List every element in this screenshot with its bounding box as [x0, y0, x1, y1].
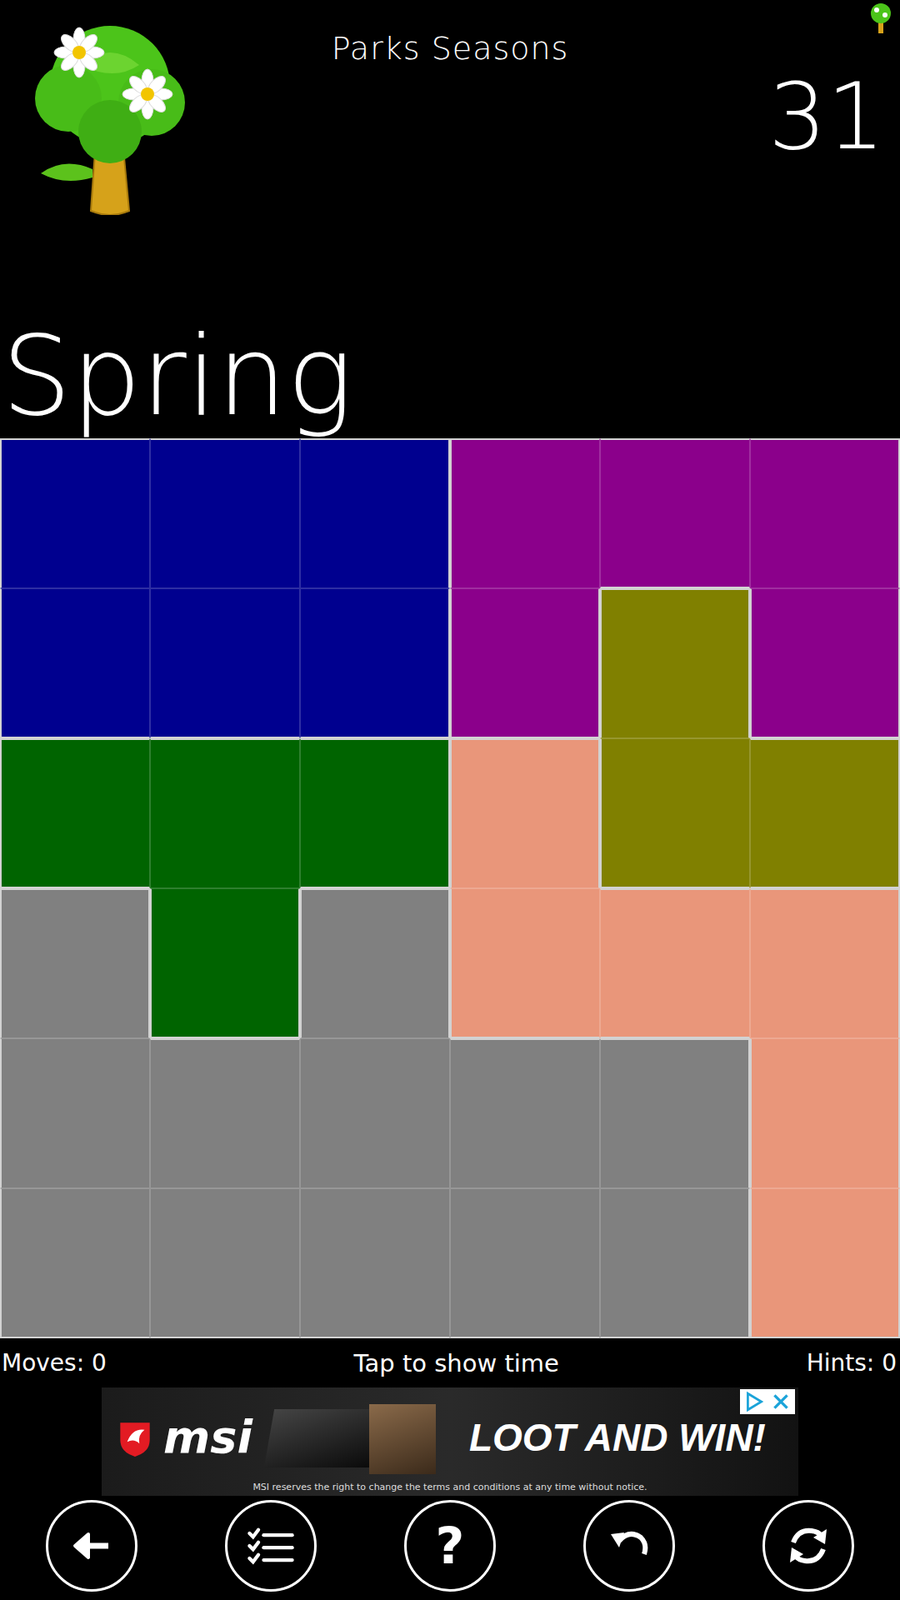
- game-screen: Parks Seasons 31 Spring Moves: 0 Tap to show…: [0, 0, 900, 1600]
- board-cell[interactable]: [0, 888, 150, 1039]
- undo-button[interactable]: [583, 1500, 675, 1592]
- refresh-button[interactable]: [762, 1500, 855, 1592]
- board-cell[interactable]: [0, 588, 150, 739]
- undo-icon: [604, 1520, 655, 1571]
- ad-banner[interactable]: msi LOOT AND WIN! MSI reserves the right t…: [101, 1387, 799, 1496]
- board-cell[interactable]: [150, 438, 300, 589]
- refresh-icon: [783, 1520, 834, 1571]
- board-cell[interactable]: [750, 1038, 900, 1189]
- board-cell[interactable]: [600, 1188, 750, 1339]
- board-cell[interactable]: [150, 888, 300, 1039]
- board-cell[interactable]: [0, 1188, 150, 1339]
- ad-headline: LOOT AND WIN!: [469, 1415, 766, 1460]
- board-cell[interactable]: [750, 888, 900, 1039]
- board-cell[interactable]: [150, 588, 300, 739]
- ad-brand: msi: [163, 1410, 253, 1464]
- back-arrow-icon: [66, 1520, 117, 1571]
- board-cell[interactable]: [600, 438, 750, 589]
- board-cell[interactable]: [150, 1038, 300, 1189]
- board-cell[interactable]: [300, 588, 450, 739]
- board-cell[interactable]: [450, 438, 600, 589]
- close-ad-icon[interactable]: [770, 1390, 792, 1413]
- board-cell[interactable]: [150, 738, 300, 889]
- board-cell[interactable]: [600, 738, 750, 889]
- checklist-icon: [244, 1519, 298, 1573]
- board-cell[interactable]: [0, 438, 150, 589]
- status-bar: Moves: 0 Tap to show time Hints: 0: [0, 1338, 900, 1388]
- msi-dragon-icon: [113, 1415, 157, 1460]
- board-cell[interactable]: [0, 738, 150, 889]
- back-button[interactable]: [45, 1500, 138, 1592]
- board-cell[interactable]: [450, 1038, 600, 1189]
- board-cell[interactable]: [450, 738, 600, 889]
- board-cell[interactable]: [450, 1188, 600, 1339]
- board-cell[interactable]: [750, 588, 900, 739]
- board-cell[interactable]: [750, 738, 900, 889]
- board-cell[interactable]: [300, 438, 450, 589]
- help-button[interactable]: ?: [404, 1500, 496, 1592]
- help-label: ?: [435, 1520, 465, 1571]
- level-number: 31: [768, 66, 894, 168]
- board-cell[interactable]: [600, 888, 750, 1039]
- adchoices-icon[interactable]: [743, 1390, 765, 1413]
- app-title: Parks Seasons: [331, 30, 570, 72]
- board-cell[interactable]: [450, 888, 600, 1039]
- ad-disclaimer: MSI reserves the right to change the ter…: [113, 1481, 787, 1493]
- header: Parks Seasons 31: [0, 0, 900, 314]
- season-title: Spring: [0, 313, 900, 439]
- toolbar: ?: [0, 1495, 900, 1600]
- board-cell[interactable]: [150, 1188, 300, 1339]
- list-button[interactable]: [225, 1500, 317, 1592]
- hints-counter: Hints: 0: [806, 1349, 897, 1377]
- board-cell[interactable]: [0, 1038, 150, 1189]
- puzzle-board: [0, 438, 900, 1339]
- board-cell[interactable]: [450, 588, 600, 739]
- board-cell[interactable]: [600, 588, 750, 739]
- board-cell[interactable]: [750, 1188, 900, 1339]
- mini-tree-icon: [868, 1, 894, 35]
- board-cell[interactable]: [300, 1188, 450, 1339]
- board-cell[interactable]: [300, 738, 450, 889]
- moves-counter: Moves: 0: [1, 1349, 107, 1377]
- tree-logo-icon: [30, 15, 190, 215]
- board-cell[interactable]: [750, 438, 900, 589]
- timer-toggle[interactable]: Tap to show time: [354, 1349, 560, 1378]
- board-cell[interactable]: [300, 1038, 450, 1189]
- board-cell[interactable]: [600, 1038, 750, 1189]
- board-cell[interactable]: [300, 888, 450, 1039]
- ad-product-image: [269, 1397, 453, 1478]
